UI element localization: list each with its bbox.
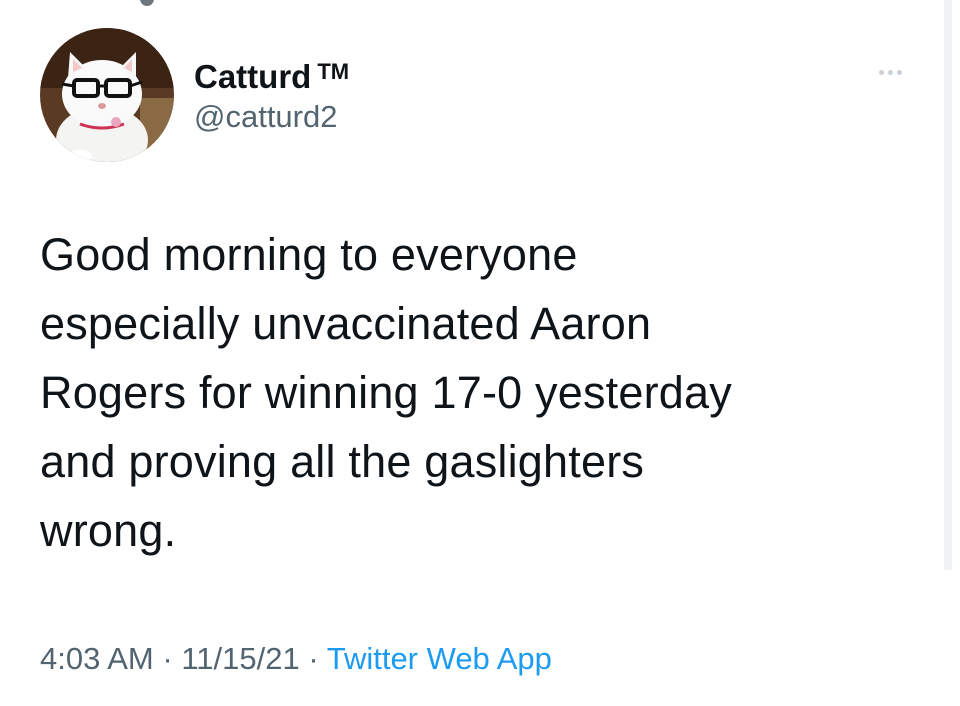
meta-separator: · <box>308 641 319 676</box>
divider <box>944 0 952 570</box>
tweet-date[interactable]: 11/15/21 <box>181 641 299 676</box>
tweet-metadata: 4:03 AM · 11/15/21 · Twitter Web App <box>40 636 552 682</box>
more-options-icon <box>887 69 893 75</box>
tweet-source-link[interactable]: Twitter Web App <box>327 641 552 676</box>
display-name-text: Catturd <box>194 58 312 95</box>
author-handle[interactable]: @catturd2 <box>194 96 337 138</box>
more-options-icon <box>896 69 902 75</box>
meta-separator: · <box>162 641 173 676</box>
tweet-text: Good morning to everyone especially unva… <box>40 229 732 556</box>
trademark-symbol: TM <box>317 59 350 84</box>
cat-avatar-icon <box>40 28 174 162</box>
top-edge-icon <box>140 0 154 6</box>
more-options-button[interactable] <box>868 60 912 84</box>
tweet-time[interactable]: 4:03 AM <box>40 641 154 676</box>
author-display-name[interactable]: Catturd TM <box>194 50 349 99</box>
avatar[interactable] <box>40 28 174 162</box>
more-options-icon <box>878 69 884 75</box>
